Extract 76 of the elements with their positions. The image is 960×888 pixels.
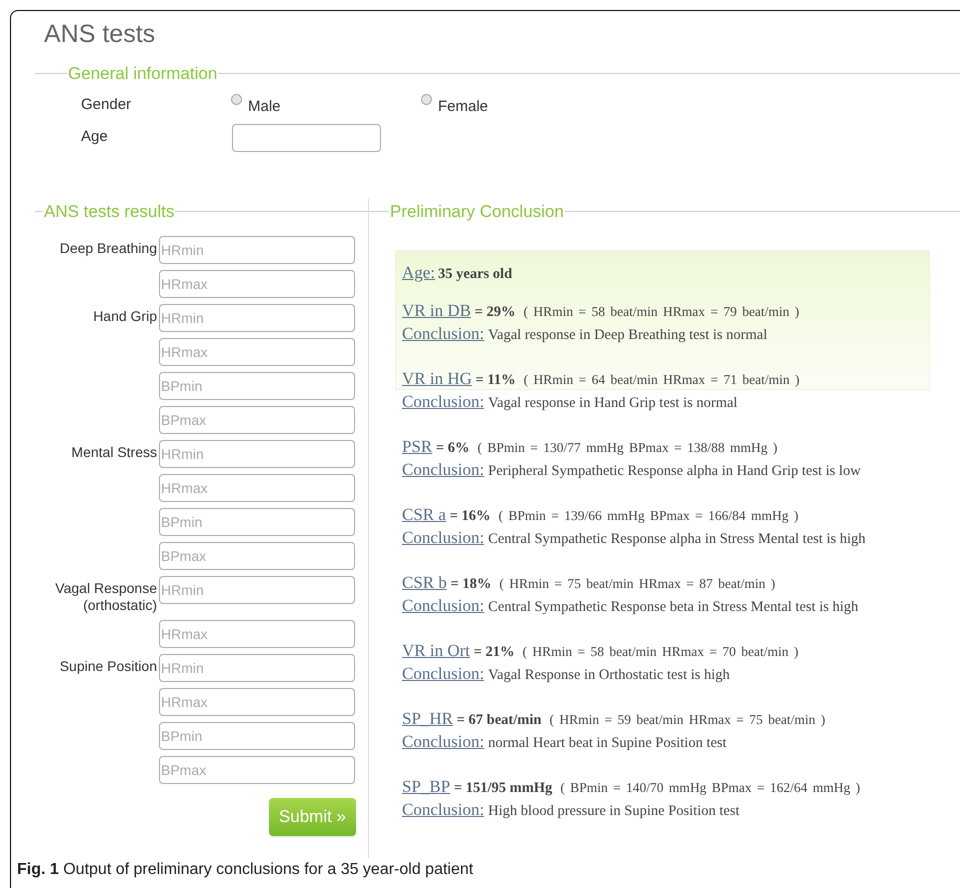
- result-detail: ( HRmin = 64 beat/min HRmax = 71 beat/min ): [524, 372, 800, 387]
- text-input[interactable]: BPmin: [159, 508, 355, 536]
- conclusion-label: Conclusion:: [402, 664, 484, 683]
- section-legend: General information: [67, 61, 218, 86]
- result-detail: ( HRmin = 58 beat/min HRmax = 70 beat/min ): [522, 644, 798, 659]
- result-label: VR in DB: [402, 300, 471, 320]
- result-value: = 16%: [450, 508, 490, 524]
- conclusion-label: Conclusion:: [402, 392, 484, 411]
- option-label: Male: [248, 96, 281, 117]
- conclusion-label: Conclusion:: [402, 800, 484, 819]
- option-label: Female: [438, 96, 488, 117]
- conclusion-label: Conclusion:: [402, 528, 484, 547]
- conclusion-label: Conclusion:: [402, 324, 484, 343]
- result-value: = 21%: [474, 644, 515, 660]
- field-label: Supine Position: [58, 657, 158, 675]
- result-detail: ( HRmin = 58 beat/min HRmax = 79 beat/min ): [523, 304, 800, 319]
- result-detail: ( BPmin = 139/66 mmHg BPmax = 166/84 mmHg ): [498, 508, 798, 523]
- result-detail: ( HRmin = 59 beat/min HRmax = 75 beat/min ): [549, 712, 826, 727]
- field-label: Mental Stress: [70, 443, 158, 461]
- result-detail: ( BPmin = 140/70 mmHg BPmax = 162/64 mmHg ): [560, 780, 860, 795]
- text-input[interactable]: HRmax: [159, 270, 355, 298]
- result-label: Age:: [402, 263, 436, 282]
- result-label: CSR b: [402, 572, 447, 592]
- result-value: = 11%: [476, 372, 516, 388]
- result-detail: ( HRmin = 75 beat/min HRmax = 87 beat/min ): [499, 576, 776, 591]
- text-input[interactable]: BPmax: [159, 406, 355, 434]
- result-detail: ( BPmin = 130/77 mmHg BPmax = 138/88 mmHg ): [478, 440, 778, 455]
- text-input[interactable]: BPmax: [159, 542, 355, 570]
- field-label: Gender: [81, 95, 132, 116]
- text-input[interactable]: HRmin: [159, 576, 355, 604]
- result-label: CSR a: [402, 504, 446, 524]
- result-value: = 67 beat/min: [456, 712, 542, 728]
- text-input[interactable]: HRmin: [159, 236, 355, 264]
- conclusion-text: High blood pressure in Supine Position test: [488, 802, 740, 819]
- age-input[interactable]: [232, 124, 381, 152]
- text-input[interactable]: BPmin: [159, 722, 355, 750]
- result-label: VR in HG: [402, 368, 472, 388]
- page-title: ANS tests: [44, 19, 156, 49]
- conclusion-label: Conclusion:: [402, 596, 484, 615]
- text-input[interactable]: BPmin: [159, 372, 355, 400]
- text-input[interactable]: HRmax: [159, 688, 355, 716]
- result-value: = 6%: [436, 440, 470, 456]
- text-input[interactable]: HRmax: [159, 338, 355, 366]
- field-label: Hand Grip: [92, 307, 158, 325]
- text-input[interactable]: HRmin: [159, 304, 355, 332]
- result-label: SP_HR: [402, 708, 454, 728]
- conclusion-text: Vagal response in Deep Breathing test is normal: [488, 326, 768, 343]
- figure-caption: Fig. 1 Output of preliminary conclusions for a 35 year-old patient: [17, 860, 474, 880]
- submit-button[interactable]: Submit »: [268, 798, 356, 836]
- field-label: Age: [81, 127, 109, 148]
- conclusion-text: Vagal response in Hand Grip test is normal: [488, 394, 738, 411]
- conclusion-text: Central Sympathetic Response beta in Stress Mental test is high: [488, 598, 858, 615]
- text-input[interactable]: HRmin: [159, 654, 355, 682]
- radio-button[interactable]: [231, 94, 242, 105]
- result-value: = 29%: [474, 304, 516, 320]
- conclusion-text: Peripheral Sympathetic Response alpha in Hand Grip test is low: [488, 462, 861, 479]
- conclusion-label: Conclusion:: [402, 460, 484, 479]
- result-value: = 18%: [450, 576, 492, 592]
- text-input[interactable]: HRmax: [159, 474, 355, 502]
- section-legend: Preliminary Conclusion: [389, 198, 565, 224]
- result-value: = 151/95 mmHg: [454, 780, 552, 796]
- text-input[interactable]: BPmax: [159, 756, 355, 784]
- conclusion-text: Vagal Response in Orthostatic test is high: [488, 666, 730, 683]
- result-label: VR in Ort: [402, 640, 470, 660]
- text-input[interactable]: HRmax: [159, 620, 355, 648]
- field-label: Deep Breathing: [58, 239, 158, 257]
- result-value: 35 years old: [438, 266, 512, 282]
- radio-button[interactable]: [421, 94, 432, 105]
- field-label: Vagal Response (orthostatic): [54, 579, 158, 614]
- section-legend: ANS tests results: [43, 198, 176, 224]
- result-label: SP_BP: [402, 776, 450, 796]
- conclusion-label: Conclusion:: [402, 732, 484, 751]
- result-label: PSR: [402, 436, 432, 456]
- conclusion-text: normal Heart beat in Supine Position test: [488, 734, 727, 751]
- conclusion-text: Central Sympathetic Response alpha in Stress Mental test is high: [488, 530, 866, 547]
- text-input[interactable]: HRmin: [159, 440, 355, 468]
